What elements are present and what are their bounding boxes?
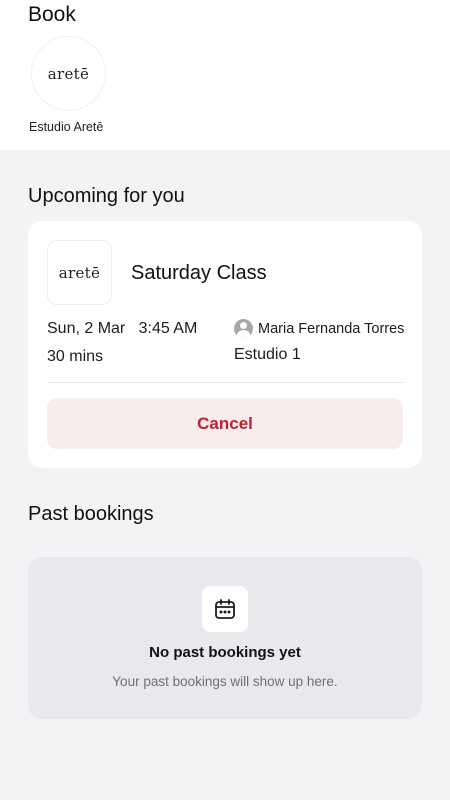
past-section-title: Past bookings	[28, 503, 154, 525]
studio-header: Book aretē Estudio Aretē	[0, 0, 450, 150]
class-logo: aretē	[47, 240, 112, 305]
user-avatar-icon	[234, 319, 253, 338]
upcoming-section-title: Upcoming for you	[28, 185, 185, 207]
empty-state-subtitle: Your past bookings will show up here.	[112, 674, 338, 689]
instructor-name: Maria Fernanda Torres	[258, 320, 405, 337]
page-title: Book	[28, 3, 76, 26]
booking-duration: 30 mins	[47, 348, 104, 365]
instructor: Maria Fernanda Torres	[234, 319, 404, 338]
empty-state-title: No past bookings yet	[149, 644, 301, 661]
booking-room: Estudio 1	[234, 346, 301, 363]
studio-logo-text: aretē	[47, 64, 90, 83]
class-title: Saturday Class	[131, 262, 267, 284]
studio-name: Estudio Aretē	[29, 120, 104, 134]
calendar-icon	[215, 599, 235, 619]
upcoming-booking-card[interactable]: aretē Saturday Class Sun, 2 Mar 3:45 AM …	[28, 221, 422, 468]
class-logo-text: aretē	[58, 263, 101, 282]
card-divider	[47, 382, 403, 383]
calendar-icon-container	[202, 586, 248, 632]
studio-logo[interactable]: aretē	[31, 36, 106, 111]
cancel-button[interactable]: Cancel	[47, 398, 403, 449]
past-bookings-empty-state: No past bookings yet Your past bookings …	[28, 557, 422, 719]
booking-date-time: Sun, 2 Mar 3:45 AM	[47, 320, 198, 337]
